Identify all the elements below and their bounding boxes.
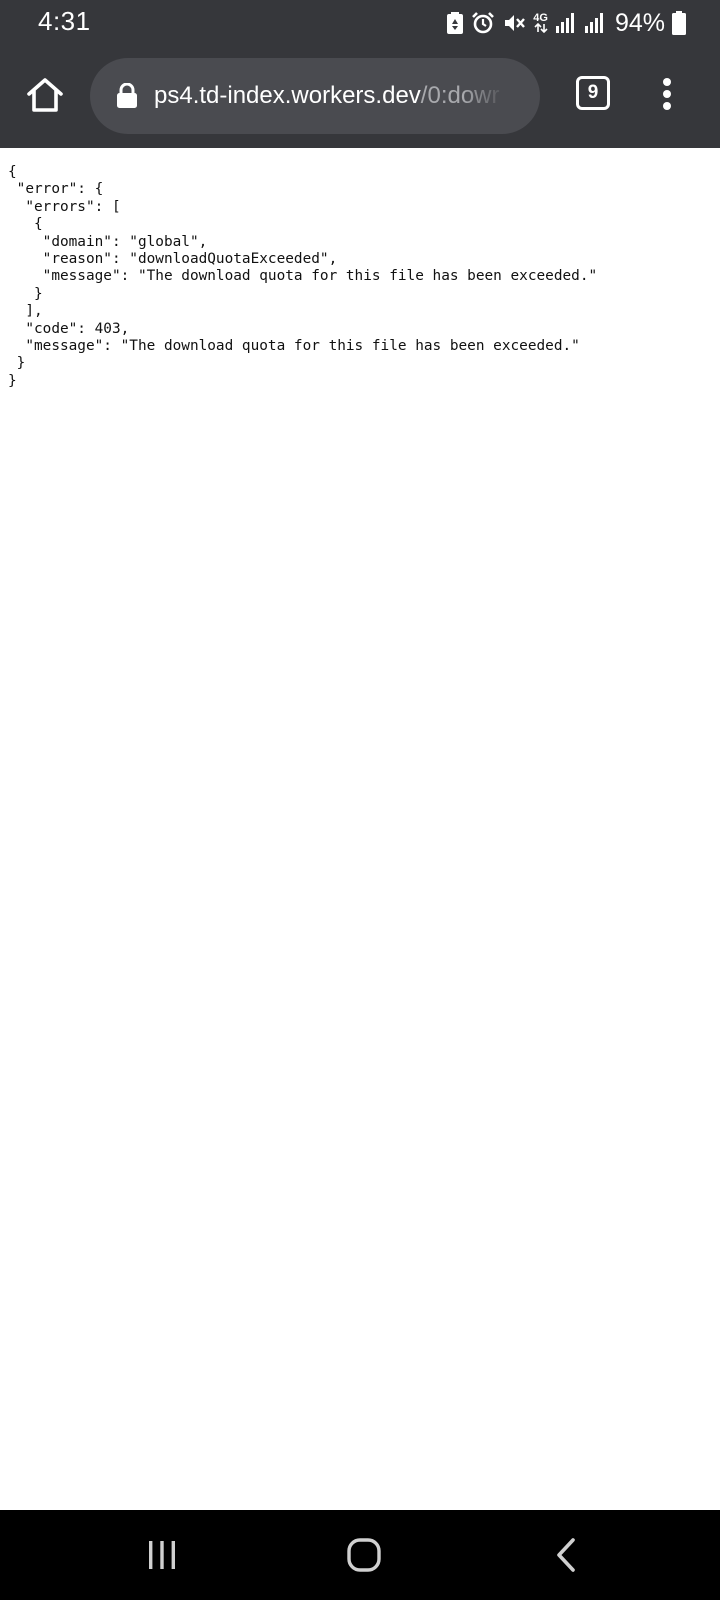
tab-switcher-button[interactable]: 9 [576,76,610,110]
json-line: "message": "The download quota for this … [8,338,580,355]
json-line: { [8,216,43,233]
battery-icon [672,11,686,35]
status-bar: 4:31 4G 94% [0,0,720,46]
json-line: } [8,355,26,372]
vibrate-mute-icon [505,15,526,31]
json-line: "reason": "downloadQuotaExceeded", [8,251,338,268]
json-line: "domain": "global", [8,233,208,250]
lock-icon [117,83,137,108]
home-button[interactable] [22,72,68,118]
json-line: ], [8,303,43,320]
json-line: { [8,164,17,180]
home-nav-button[interactable] [334,1530,394,1580]
address-bar[interactable]: ps4.td-index.workers.dev/0:dowr [90,58,540,134]
battery-percent: 94% [614,8,665,37]
browser-chrome: 4:31 4G 94% ps4.td-index.workers.dev/0:d… [0,0,720,148]
alarm-icon [472,12,495,34]
json-line: "message": "The download quota for this … [8,268,598,285]
url-text[interactable]: ps4.td-index.workers.dev/0:dowr [154,82,506,110]
network-4g-icon: 4G [533,13,548,33]
more-vert-icon [663,78,671,86]
back-icon [557,1538,575,1572]
back-button[interactable] [536,1530,596,1580]
network-type-label: 4G [533,12,548,24]
signal-icon [555,13,574,33]
status-icons: 4G 94% [446,9,686,37]
url-host: ps4.td-index.workers.dev [154,82,421,109]
json-line: "errors": [ [8,198,121,215]
home-icon [27,78,63,112]
json-line: "error": { [8,181,104,198]
page-content: { "error": { "errors": [ { "domain": "gl… [0,148,720,1510]
json-response: { "error": { "errors": [ { "domain": "gl… [8,164,597,390]
recents-button[interactable] [132,1530,192,1580]
recents-icon [149,1541,175,1569]
json-line: } [8,285,43,302]
json-line: "code": 403, [8,320,130,337]
browser-toolbar: ps4.td-index.workers.dev/0:dowr 9 [0,50,720,144]
recycle-battery-icon [447,12,464,34]
overflow-menu-button[interactable] [654,74,680,114]
screen: 4:31 4G 94% ps4.td-index.workers.dev/0:d… [0,0,720,1600]
tab-count: 9 [587,82,599,103]
system-nav-bar [0,1510,720,1600]
url-path: /0:dowr [420,82,500,109]
json-line: } [8,372,17,389]
status-time: 4:31 [38,6,91,36]
signal-icon [584,13,603,33]
home-nav-icon [347,1538,381,1572]
